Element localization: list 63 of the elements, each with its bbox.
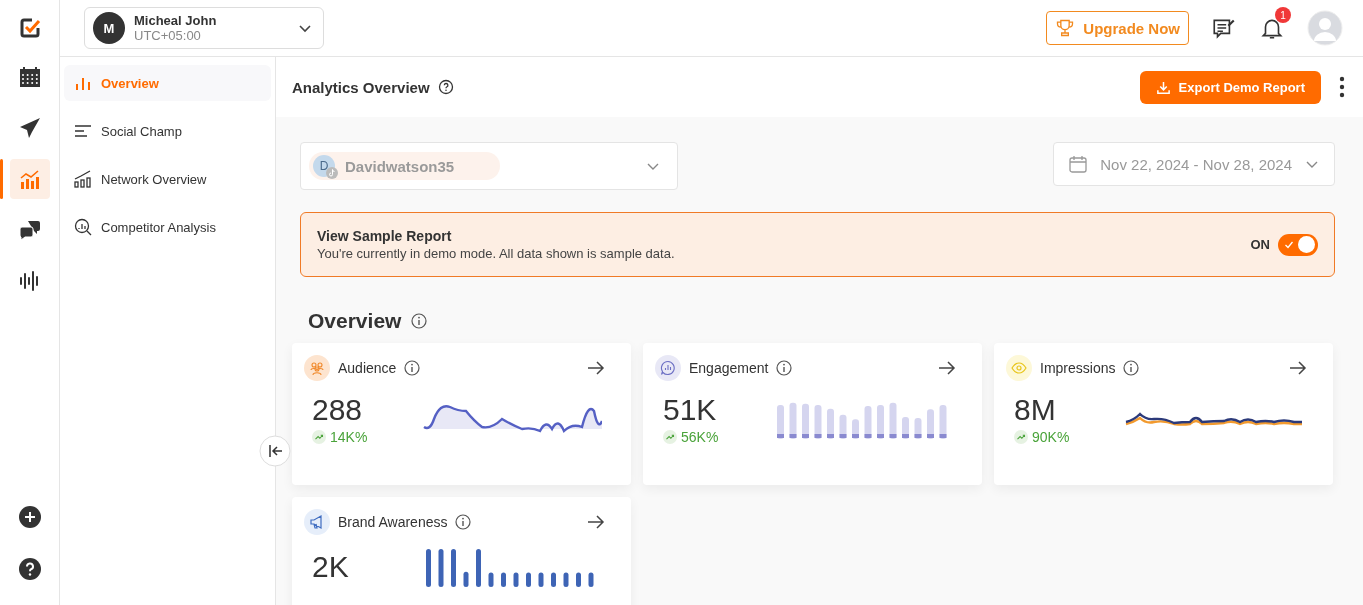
trophy-icon — [1055, 18, 1076, 38]
more-options-icon[interactable] — [1339, 76, 1345, 98]
info-icon[interactable] — [1123, 360, 1140, 376]
growth-chart-icon — [74, 170, 92, 188]
add-icon[interactable] — [17, 505, 42, 529]
eye-icon — [1011, 360, 1027, 376]
page-title: Analytics Overview — [292, 78, 430, 96]
account-timezone: UTC+05:00 — [134, 28, 202, 43]
metric-value: 288 — [312, 393, 364, 427]
arrow-right-icon[interactable] — [587, 514, 605, 530]
card-title: Audience — [338, 360, 397, 376]
demo-toggle[interactable] — [1278, 233, 1318, 256]
subnav-item[interactable]: Social Champ — [64, 113, 271, 149]
metric-value: 8M — [1014, 393, 1057, 427]
trend-up-icon — [1014, 430, 1028, 444]
account-name: Micheal John — [134, 13, 218, 28]
toggle-label: ON — [1250, 237, 1270, 252]
metric-change: 14K% — [330, 429, 368, 445]
notification-count: 1 — [1275, 7, 1291, 23]
banner-title: View Sample Report — [317, 228, 453, 244]
arrow-right-icon[interactable] — [587, 360, 605, 376]
chart-bubble-icon — [660, 360, 676, 376]
metric-card[interactable]: Audience 288 14K% — [292, 343, 631, 485]
metric-change: 90K% — [1032, 429, 1070, 445]
card-title: Impressions — [1040, 360, 1116, 376]
info-icon[interactable] — [776, 360, 793, 376]
help-icon[interactable] — [17, 557, 42, 581]
account-avatar: M — [93, 12, 125, 44]
people-icon — [309, 360, 325, 376]
metric-value: 51K — [663, 393, 718, 427]
arrow-right-icon[interactable] — [1289, 360, 1307, 376]
megaphone-icon — [309, 514, 325, 530]
collapse-sidebar-icon[interactable] — [259, 435, 291, 467]
profile-name: Davidwatson35 — [345, 157, 455, 175]
metric-card[interactable]: Impressions 8M 90K% — [994, 343, 1333, 485]
text-lines-icon — [74, 122, 92, 140]
subnav-item[interactable]: Network Overview — [64, 161, 271, 197]
metric-card[interactable]: Engagement 51K 56K% — [643, 343, 982, 485]
card-title: Brand Awareness — [338, 514, 448, 530]
check-icon — [1284, 239, 1294, 250]
help-icon[interactable] — [437, 79, 454, 95]
arrow-right-icon[interactable] — [938, 360, 956, 376]
info-icon[interactable] — [404, 360, 421, 376]
magnifier-chart-icon — [74, 218, 92, 236]
account-selector[interactable]: M Micheal John UTC+05:00 — [84, 7, 324, 49]
tiktok-badge-icon — [326, 167, 338, 179]
info-icon[interactable] — [455, 514, 472, 530]
metric-change: 56K% — [681, 429, 719, 445]
calendar-icon — [17, 65, 42, 89]
metric-card[interactable]: Brand Awareness 2K — [292, 497, 631, 605]
chat-bubbles-icon — [17, 218, 42, 242]
subnav-item[interactable]: Competitor Analysis — [64, 209, 271, 245]
section-title: Overview — [308, 309, 402, 333]
info-icon[interactable] — [411, 313, 428, 329]
trend-up-icon — [312, 430, 326, 444]
calendar-icon — [1068, 154, 1089, 174]
profile-select[interactable]: D Davidwatson35 — [300, 142, 678, 190]
metric-value: 2K — [312, 550, 350, 584]
date-range-text: Nov 22, 2024 - Nov 28, 2024 — [1100, 155, 1292, 173]
banner-text: You're currently in demo mode. All data shown is sample data. — [317, 246, 675, 261]
trend-up-icon — [663, 430, 677, 444]
card-title: Engagement — [689, 360, 769, 376]
download-icon — [1155, 79, 1171, 95]
